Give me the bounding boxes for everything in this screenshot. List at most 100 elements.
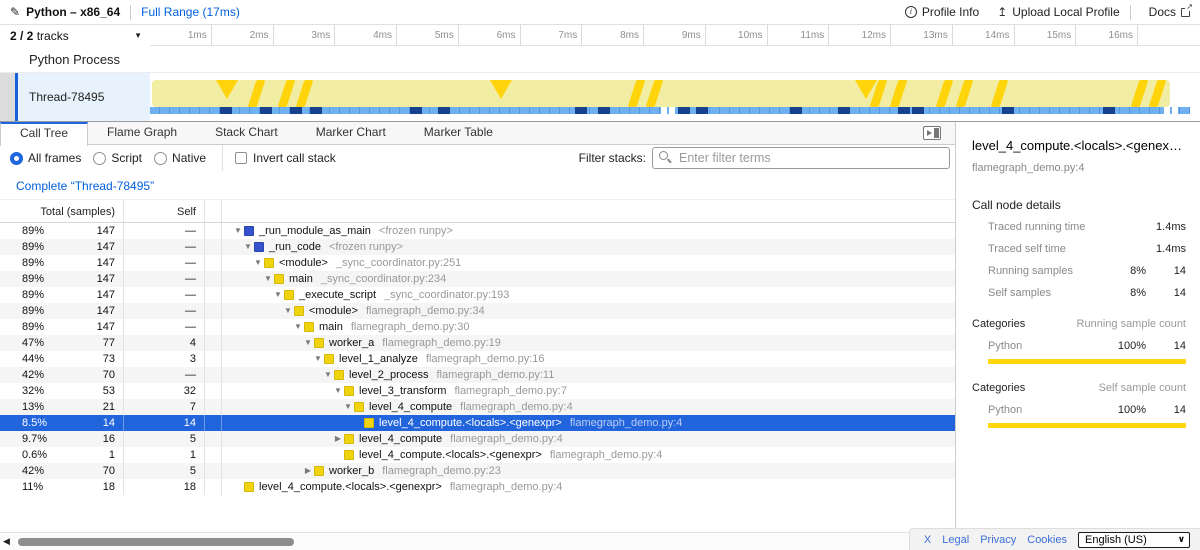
- cell-gutter: [205, 271, 222, 287]
- cell-self: —: [124, 287, 205, 303]
- tree-row[interactable]: 0.6%11level_4_compute.<locals>.<genexpr>…: [0, 447, 955, 463]
- collapse-icon[interactable]: ▼: [282, 303, 294, 319]
- process-track-header[interactable]: Python Process: [0, 46, 1200, 73]
- category-bar: [988, 423, 1186, 428]
- sidebar-toggle-icon[interactable]: [923, 126, 941, 140]
- metric-value: 1.4ms: [1146, 242, 1186, 256]
- tab-flame-graph[interactable]: Flame Graph: [88, 122, 196, 145]
- column-total-samples[interactable]: Total (samples): [0, 200, 124, 222]
- column-self[interactable]: Self: [124, 200, 205, 222]
- tab-marker-table[interactable]: Marker Table: [405, 122, 512, 145]
- ruler-tick: 14ms: [953, 25, 1015, 46]
- total-percent: 13%: [22, 399, 44, 415]
- indent: [222, 359, 312, 360]
- tree-row[interactable]: 89%147—▼main_sync_coordinator.py:234: [0, 271, 955, 287]
- collapse-icon[interactable]: ▼: [332, 383, 344, 399]
- collapse-icon[interactable]: ▼: [342, 399, 354, 415]
- tracks-count: 2 / 2: [10, 29, 33, 43]
- edit-profile-name-icon[interactable]: ✎: [10, 5, 20, 19]
- scrollbar-thumb[interactable]: [18, 538, 294, 546]
- function-name: level_2_process: [349, 367, 429, 383]
- scroll-left-arrow-icon[interactable]: ◀: [3, 536, 10, 547]
- legal-link[interactable]: Legal: [942, 534, 969, 546]
- invert-call-stack[interactable]: Invert call stack: [235, 151, 336, 165]
- upload-profile-button[interactable]: ↥ Upload Local Profile: [997, 5, 1119, 19]
- filter-stacks-input[interactable]: [652, 147, 950, 169]
- tree-row[interactable]: 11%1818level_4_compute.<locals>.<genexpr…: [0, 479, 955, 495]
- tree-row[interactable]: 9.7%165▶level_4_computeflamegraph_demo.p…: [0, 431, 955, 447]
- tab-marker-chart[interactable]: Marker Chart: [297, 122, 405, 145]
- tree-row[interactable]: 8.5%1414level_4_compute.<locals>.<genexp…: [0, 415, 955, 431]
- ruler-tick: 13ms: [891, 25, 953, 46]
- close-footer-link[interactable]: X: [924, 534, 931, 546]
- collapse-icon[interactable]: ▼: [302, 335, 314, 351]
- tree-row[interactable]: 32%5332▼level_3_transformflamegraph_demo…: [0, 383, 955, 399]
- tab-stack-chart[interactable]: Stack Chart: [196, 122, 297, 145]
- total-count: 21: [103, 399, 115, 415]
- tree-row[interactable]: 42%705▶worker_bflamegraph_demo.py:23: [0, 463, 955, 479]
- tree-row[interactable]: 89%147—▼_run_code<frozen runpy>: [0, 239, 955, 255]
- ruler-tick: 7ms: [521, 25, 583, 46]
- function-name: _execute_script: [299, 287, 376, 303]
- tracks-dropdown[interactable]: 2 / 2 tracks ▼: [0, 25, 150, 46]
- collapse-icon[interactable]: ▼: [322, 367, 334, 383]
- cell-gutter: [205, 367, 222, 383]
- full-range-link[interactable]: Full Range (17ms): [141, 5, 240, 19]
- tree-row[interactable]: 13%217▼level_4_computeflamegraph_demo.py…: [0, 399, 955, 415]
- expand-icon[interactable]: ▶: [332, 431, 344, 447]
- cell-total-samples: 32%53: [0, 383, 124, 399]
- tree-row[interactable]: 47%774▼worker_aflamegraph_demo.py:19: [0, 335, 955, 351]
- tab-call-tree[interactable]: Call Tree: [0, 122, 88, 146]
- categories-header: CategoriesSelf sample count: [972, 381, 1186, 395]
- category-square-icon: [254, 242, 264, 252]
- cell-total-samples: 44%73: [0, 351, 124, 367]
- language-value: English (US): [1085, 534, 1147, 546]
- tree-row[interactable]: 89%147—▼<module>flamegraph_demo.py:34: [0, 303, 955, 319]
- invert-call-stack-checkbox[interactable]: [235, 152, 247, 164]
- collapse-icon[interactable]: ▼: [252, 255, 264, 271]
- cell-total-samples: 89%147: [0, 255, 124, 271]
- collapse-icon[interactable]: ▼: [292, 319, 304, 335]
- collapse-icon[interactable]: ▼: [232, 223, 244, 239]
- total-count: 147: [97, 271, 115, 287]
- radio-all-frames[interactable]: All frames: [10, 151, 81, 165]
- tree-row[interactable]: 89%147—▼<module>_sync_coordinator.py:251: [0, 255, 955, 271]
- cell-tree: ▼_run_module_as_main<frozen runpy>: [222, 223, 955, 239]
- tree-row[interactable]: 42%70—▼level_2_processflamegraph_demo.py…: [0, 367, 955, 383]
- thread-activity-graph[interactable]: [150, 73, 1200, 121]
- file-location: flamegraph_demo.py:4: [450, 479, 563, 495]
- categories-label: Categories: [972, 317, 1077, 331]
- sample-dark-segment: [1103, 107, 1115, 114]
- thread-track-label[interactable]: Thread-78495: [18, 73, 150, 121]
- metric-percent: 8%: [1110, 286, 1146, 300]
- cookies-link[interactable]: Cookies: [1027, 534, 1067, 546]
- timeline-ruler[interactable]: 1ms2ms3ms4ms5ms6ms7ms8ms9ms10ms11ms12ms1…: [150, 25, 1200, 46]
- collapse-icon[interactable]: ▼: [312, 351, 324, 367]
- collapse-icon[interactable]: ▼: [242, 239, 254, 255]
- docs-link[interactable]: Docs: [1149, 5, 1190, 19]
- app-header: ✎ Python – x86_64 Full Range (17ms) i Pr…: [0, 0, 1200, 25]
- tree-row[interactable]: 89%147—▼_execute_script_sync_coordinator…: [0, 287, 955, 303]
- tree-row[interactable]: 89%147—▼mainflamegraph_demo.py:30: [0, 319, 955, 335]
- profile-info-button[interactable]: i Profile Info: [905, 5, 979, 19]
- sample-dark-segment: [1002, 107, 1014, 114]
- category-square-icon: [314, 466, 324, 476]
- category-square-icon: [364, 418, 374, 428]
- cell-total-samples: 0.6%1: [0, 447, 124, 463]
- tree-row[interactable]: 44%733▼level_1_analyzeflamegraph_demo.py…: [0, 351, 955, 367]
- collapse-icon[interactable]: ▼: [262, 271, 274, 287]
- complete-thread-link[interactable]: Complete “Thread-78495”: [16, 179, 955, 193]
- radio-script[interactable]: Script: [93, 151, 142, 165]
- function-name: main: [319, 319, 343, 335]
- language-select[interactable]: English (US) ∨: [1078, 532, 1190, 548]
- total-percent: 0.6%: [22, 447, 47, 463]
- radio-label: Script: [111, 151, 142, 165]
- privacy-link[interactable]: Privacy: [980, 534, 1016, 546]
- expand-icon[interactable]: ▶: [302, 463, 314, 479]
- tree-row[interactable]: 89%147—▼_run_module_as_main<frozen runpy…: [0, 223, 955, 239]
- file-location: flamegraph_demo.py:4: [450, 431, 563, 447]
- indent: [222, 487, 232, 488]
- collapse-icon[interactable]: ▼: [272, 287, 284, 303]
- cell-gutter: [205, 335, 222, 351]
- radio-native[interactable]: Native: [154, 151, 206, 165]
